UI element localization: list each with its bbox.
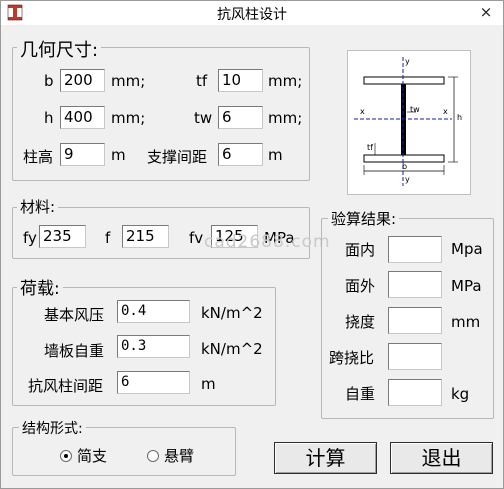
b-unit: mm; <box>111 72 146 90</box>
h-unit: mm; <box>111 109 146 127</box>
group-geometry-legend: 几何尺寸: <box>17 36 102 62</box>
column-spacing-label: 抗风柱间距 <box>28 377 104 395</box>
self-weight-output <box>388 379 442 406</box>
in-plane-output <box>388 236 442 263</box>
tf-label: tf <box>196 72 208 90</box>
tw-unit: mm; <box>268 109 303 127</box>
group-structure-legend: 结构形式: <box>19 418 86 438</box>
diagram-x-right-label: x <box>443 107 448 116</box>
simply-supported-radio[interactable] <box>60 450 72 462</box>
wind-pressure-unit: kN/m^2 <box>201 304 263 322</box>
column-spacing-input[interactable]: 6 <box>117 371 190 394</box>
diagram-h-label: h <box>457 113 463 122</box>
column-height-label: 柱高 <box>23 148 54 166</box>
in-plane-unit: Mpa <box>451 240 483 258</box>
main-window: 抗风柱设计 × 几何尺寸: b 200 mm; tf 10 mm; h 400 … <box>0 0 504 489</box>
deflection-output <box>388 307 442 334</box>
group-results-legend: 验算结果: <box>328 208 400 229</box>
exit-button[interactable]: 退出 <box>390 442 493 474</box>
i-section-diagram: y y x x tw tf h b <box>347 50 471 195</box>
out-plane-label: 面外 <box>345 277 376 295</box>
self-weight-label: 自重 <box>345 385 376 403</box>
tw-input[interactable]: 6 <box>218 106 263 129</box>
calculate-button[interactable]: 计算 <box>274 442 377 474</box>
cantilever-label[interactable]: 悬臂 <box>164 445 194 466</box>
window-title: 抗风柱设计 <box>217 7 287 23</box>
group-load-legend: 荷载: <box>17 274 63 299</box>
brace-spacing-unit: m <box>268 146 283 164</box>
f-label: f <box>105 229 111 247</box>
span-ratio-label: 跨挠比 <box>329 349 375 367</box>
wind-pressure-input[interactable]: 0.4 <box>117 300 190 323</box>
tw-label: tw <box>194 109 213 127</box>
brace-spacing-input[interactable]: 6 <box>218 143 263 166</box>
deflection-label: 挠度 <box>345 313 376 331</box>
f-input[interactable]: 215 <box>122 225 169 248</box>
deflection-unit: mm <box>451 313 481 331</box>
simply-supported-label[interactable]: 简支 <box>77 445 107 466</box>
in-plane-label: 面内 <box>345 241 376 259</box>
column-height-unit: m <box>111 146 126 164</box>
watermark-text: cad2688.com <box>204 232 331 252</box>
wall-weight-input[interactable]: 0.3 <box>117 335 190 358</box>
fv-label: fv <box>189 229 204 247</box>
diagram-b-label: b <box>402 162 408 171</box>
column-height-input[interactable]: 9 <box>60 143 105 166</box>
group-material-legend: 材料: <box>17 196 59 217</box>
wall-weight-label: 墙板自重 <box>44 342 105 360</box>
cantilever-radio[interactable] <box>147 450 159 462</box>
b-input[interactable]: 200 <box>60 69 105 92</box>
fy-input[interactable]: 235 <box>39 225 86 248</box>
h-input[interactable]: 400 <box>60 106 105 129</box>
tf-input[interactable]: 10 <box>218 69 263 92</box>
out-plane-unit: MPa <box>451 277 482 295</box>
self-weight-unit: kg <box>451 385 470 403</box>
diagram-y-top-label: y <box>405 57 410 66</box>
diagram-y-bottom-label: y <box>405 175 410 184</box>
brace-spacing-label: 支撑间距 <box>147 148 208 166</box>
diagram-x-left-label: x <box>360 107 365 116</box>
column-spacing-unit: m <box>201 375 216 393</box>
out-plane-output <box>388 271 442 298</box>
diagram-tw-label: tw <box>410 105 420 114</box>
radio-selected-dot <box>64 454 68 458</box>
wall-weight-unit: kN/m^2 <box>201 340 263 358</box>
fy-label: fy <box>23 229 37 247</box>
wind-pressure-label: 基本风压 <box>44 306 105 324</box>
diagram-tf-label: tf <box>367 143 373 152</box>
h-label: h <box>44 109 54 127</box>
b-label: b <box>44 72 54 90</box>
tf-unit: mm; <box>268 72 303 90</box>
title-bar: 抗风柱设计 × <box>1 1 503 25</box>
close-button[interactable]: × <box>475 3 497 21</box>
i-section-drawing <box>354 57 458 186</box>
span-ratio-output <box>388 343 442 370</box>
